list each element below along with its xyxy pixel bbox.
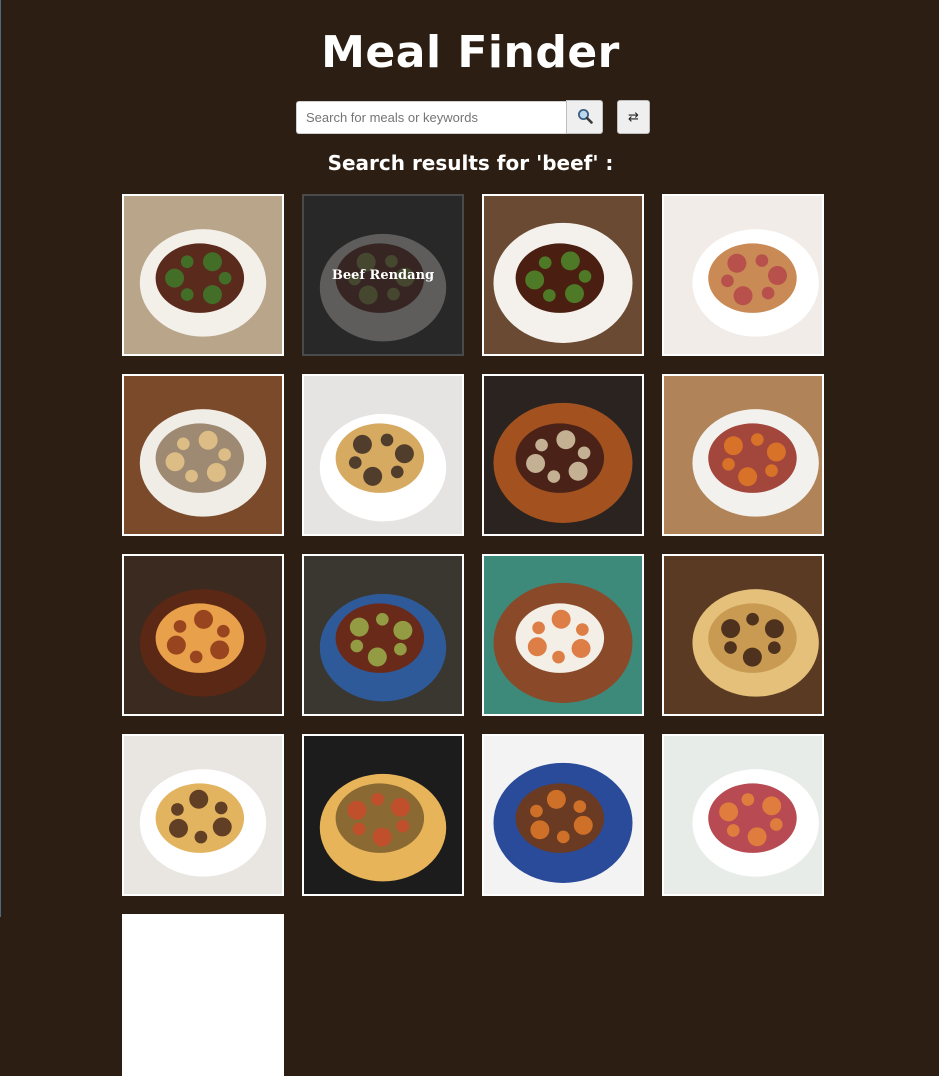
- search-button[interactable]: [566, 100, 603, 134]
- magnifier-icon: [577, 108, 593, 127]
- search-form: ⇄: [296, 100, 650, 134]
- shuffle-icon: ⇄: [628, 109, 639, 125]
- meal-card[interactable]: [482, 194, 644, 356]
- meal-card[interactable]: [662, 194, 824, 356]
- meal-card[interactable]: [122, 914, 284, 1076]
- meal-card[interactable]: [302, 374, 464, 536]
- meal-card[interactable]: [482, 374, 644, 536]
- page-title: Meal Finder: [321, 27, 620, 78]
- meal-info-overlay: Beef Rendang: [304, 196, 462, 354]
- meal-card[interactable]: [122, 374, 284, 536]
- meal-card[interactable]: [302, 554, 464, 716]
- meal-card[interactable]: [302, 734, 464, 896]
- meal-card[interactable]: [122, 734, 284, 896]
- meals-grid: Beef Rendang: [122, 194, 824, 1076]
- meal-card[interactable]: [662, 554, 824, 716]
- meal-name: Beef Rendang: [331, 267, 435, 283]
- meal-card[interactable]: Beef Rendang: [302, 194, 464, 356]
- meal-card[interactable]: [122, 554, 284, 716]
- meal-card[interactable]: [482, 734, 644, 896]
- meal-card[interactable]: [662, 374, 824, 536]
- meal-card[interactable]: [122, 194, 284, 356]
- meal-card[interactable]: [482, 554, 644, 716]
- random-meal-button[interactable]: ⇄: [617, 100, 650, 134]
- meal-card[interactable]: [662, 734, 824, 896]
- search-input[interactable]: [296, 100, 566, 134]
- results-heading: Search results for 'beef' :: [327, 151, 614, 175]
